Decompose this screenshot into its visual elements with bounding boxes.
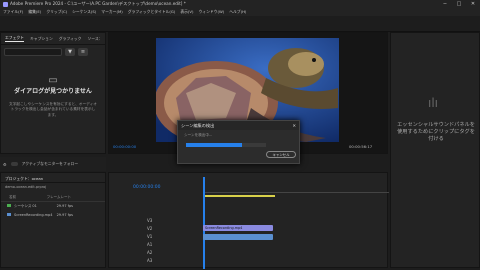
item-name: ScreenRecording.mp4 [14, 213, 53, 217]
dialog-message: シーンを検出中... [184, 133, 213, 137]
menu-file[interactable]: ファイル(F) [3, 9, 23, 15]
video-icon [7, 213, 11, 216]
audio-clip[interactable] [203, 234, 273, 240]
item-rate: 29.97 fps [56, 213, 73, 217]
maximize-button[interactable]: □ [452, 0, 466, 8]
essential-sound-message: エッセンシャルサウンドパネルを使用するためにクリップにタグを付ける [397, 122, 475, 142]
search-row: ▼ ≡ [1, 45, 105, 59]
window-title: Adobe Premiere Pro 2024 - C:\ユーザー\A.PC G… [10, 1, 186, 6]
track-a3[interactable]: A3 [147, 257, 152, 265]
tab-captions[interactable]: キャプション [30, 36, 53, 42]
workspace-toolbar [0, 16, 480, 32]
project-file: demo-ocean.edit.prproj [5, 185, 47, 189]
progress-fill [186, 143, 242, 147]
list-item[interactable]: シーケンス 01 29.97 fps [1, 202, 105, 211]
speech-icon: ▭ [48, 75, 58, 86]
close-icon[interactable]: ✕ [292, 123, 296, 128]
item-name: シーケンス 01 [14, 204, 37, 208]
menu-view[interactable]: 表示(V) [180, 9, 193, 15]
tab-source[interactable]: ソース： [87, 36, 102, 42]
title-bar: Adobe Premiere Pro 2024 - C:\ユーザー\A.PC G… [0, 0, 480, 8]
track-headers: V3 V2 V1 A1 A2 A3 [147, 217, 152, 265]
menu-window[interactable]: ウィンドウ(W) [199, 9, 225, 15]
dialog-titlebar: シーン編集の検出 ✕ [178, 121, 299, 130]
empty-state: ▭ ダイアログが見つかりません 文字起こしやシーケンスを有効にすると、オーディオ… [1, 59, 105, 118]
track-a2[interactable]: A2 [147, 249, 152, 257]
empty-body: 文字起こしやシーケンスを有効にすると、オーディオトラックを検出し会話が含まれてい… [9, 102, 97, 117]
track-v3[interactable]: V3 [147, 217, 152, 225]
column-framerate[interactable]: フレームレート [47, 195, 71, 200]
cancel-button[interactable]: キャンセル [266, 151, 296, 158]
timecode-current[interactable]: 00:00:00:00 [113, 144, 136, 149]
track-v2[interactable]: V2 [147, 225, 152, 233]
project-panel: プロジェクト：ocean demo-ocean.edit.prproj 名前 フ… [0, 172, 106, 268]
app-logo-icon [3, 1, 8, 7]
menu-marker[interactable]: マーカー(M) [101, 9, 122, 15]
audio-wave-icon: ılı [428, 96, 439, 110]
menu-sequence[interactable]: シーケンス(S) [72, 9, 96, 15]
follow-monitor-label: アクティブなモニターをフォロー [21, 161, 79, 166]
timecode-duration: 00:00:56:17 [349, 144, 373, 149]
filter-icon[interactable]: ▼ [65, 48, 75, 56]
search-input[interactable] [4, 48, 62, 56]
progress-bar [186, 143, 266, 147]
menu-bar: ファイル(F) 編集(E) クリップ(C) シーケンス(S) マーカー(M) グ… [0, 8, 480, 16]
project-header: 名前 フレームレート [1, 191, 105, 202]
work-area-bar[interactable] [205, 195, 275, 197]
sequence-icon [7, 204, 11, 207]
toggle-icon[interactable] [10, 162, 18, 166]
dialog-title: シーン編集の検出 [181, 123, 215, 128]
timeline-timecode[interactable]: 00:00:00:00 [133, 185, 160, 190]
track-v1[interactable]: V1 [147, 233, 152, 241]
settings-icon[interactable]: ⚙ [3, 162, 7, 167]
left-panel-tabs: エフェクト キャプション グラフィック ソース： [1, 33, 105, 45]
tab-graphics[interactable]: グラフィック [59, 36, 82, 42]
close-button[interactable]: ✕ [466, 0, 480, 8]
project-title: プロジェクト：ocean [1, 173, 105, 183]
minimize-button[interactable]: − [438, 0, 452, 8]
playhead[interactable] [203, 177, 205, 269]
scene-detect-dialog: シーン編集の検出 ✕ シーンを検出中... キャンセル [177, 120, 300, 164]
column-name[interactable]: 名前 [9, 195, 16, 200]
menu-clip[interactable]: クリップ(C) [46, 9, 67, 15]
tab-effects[interactable]: エフェクト [5, 35, 24, 42]
menu-icon[interactable]: ≡ [78, 48, 88, 56]
list-item[interactable]: ScreenRecording.mp4 29.97 fps [1, 211, 105, 219]
time-ruler[interactable] [203, 187, 389, 193]
item-rate: 29.97 fps [56, 204, 73, 208]
follow-monitor-bar: ⚙ アクティブなモニターをフォロー [0, 157, 106, 171]
track-a1[interactable]: A1 [147, 241, 152, 249]
menu-help[interactable]: ヘルプ(H) [229, 9, 246, 15]
timeline-panel: 00:00:00:00 V3 V2 V1 A1 A2 A3 ScreenReco… [108, 172, 389, 269]
left-panel: エフェクト キャプション グラフィック ソース： ▼ ≡ ▭ ダイアログが見つか… [0, 32, 106, 154]
empty-title: ダイアログが見つかりません [14, 88, 92, 95]
menu-edit[interactable]: 編集(E) [28, 9, 41, 15]
essential-sound-panel [390, 32, 480, 268]
video-clip[interactable]: ScreenRecording.mp4 [203, 225, 273, 231]
menu-graphics[interactable]: グラフィックとタイトル(G) [128, 9, 176, 15]
